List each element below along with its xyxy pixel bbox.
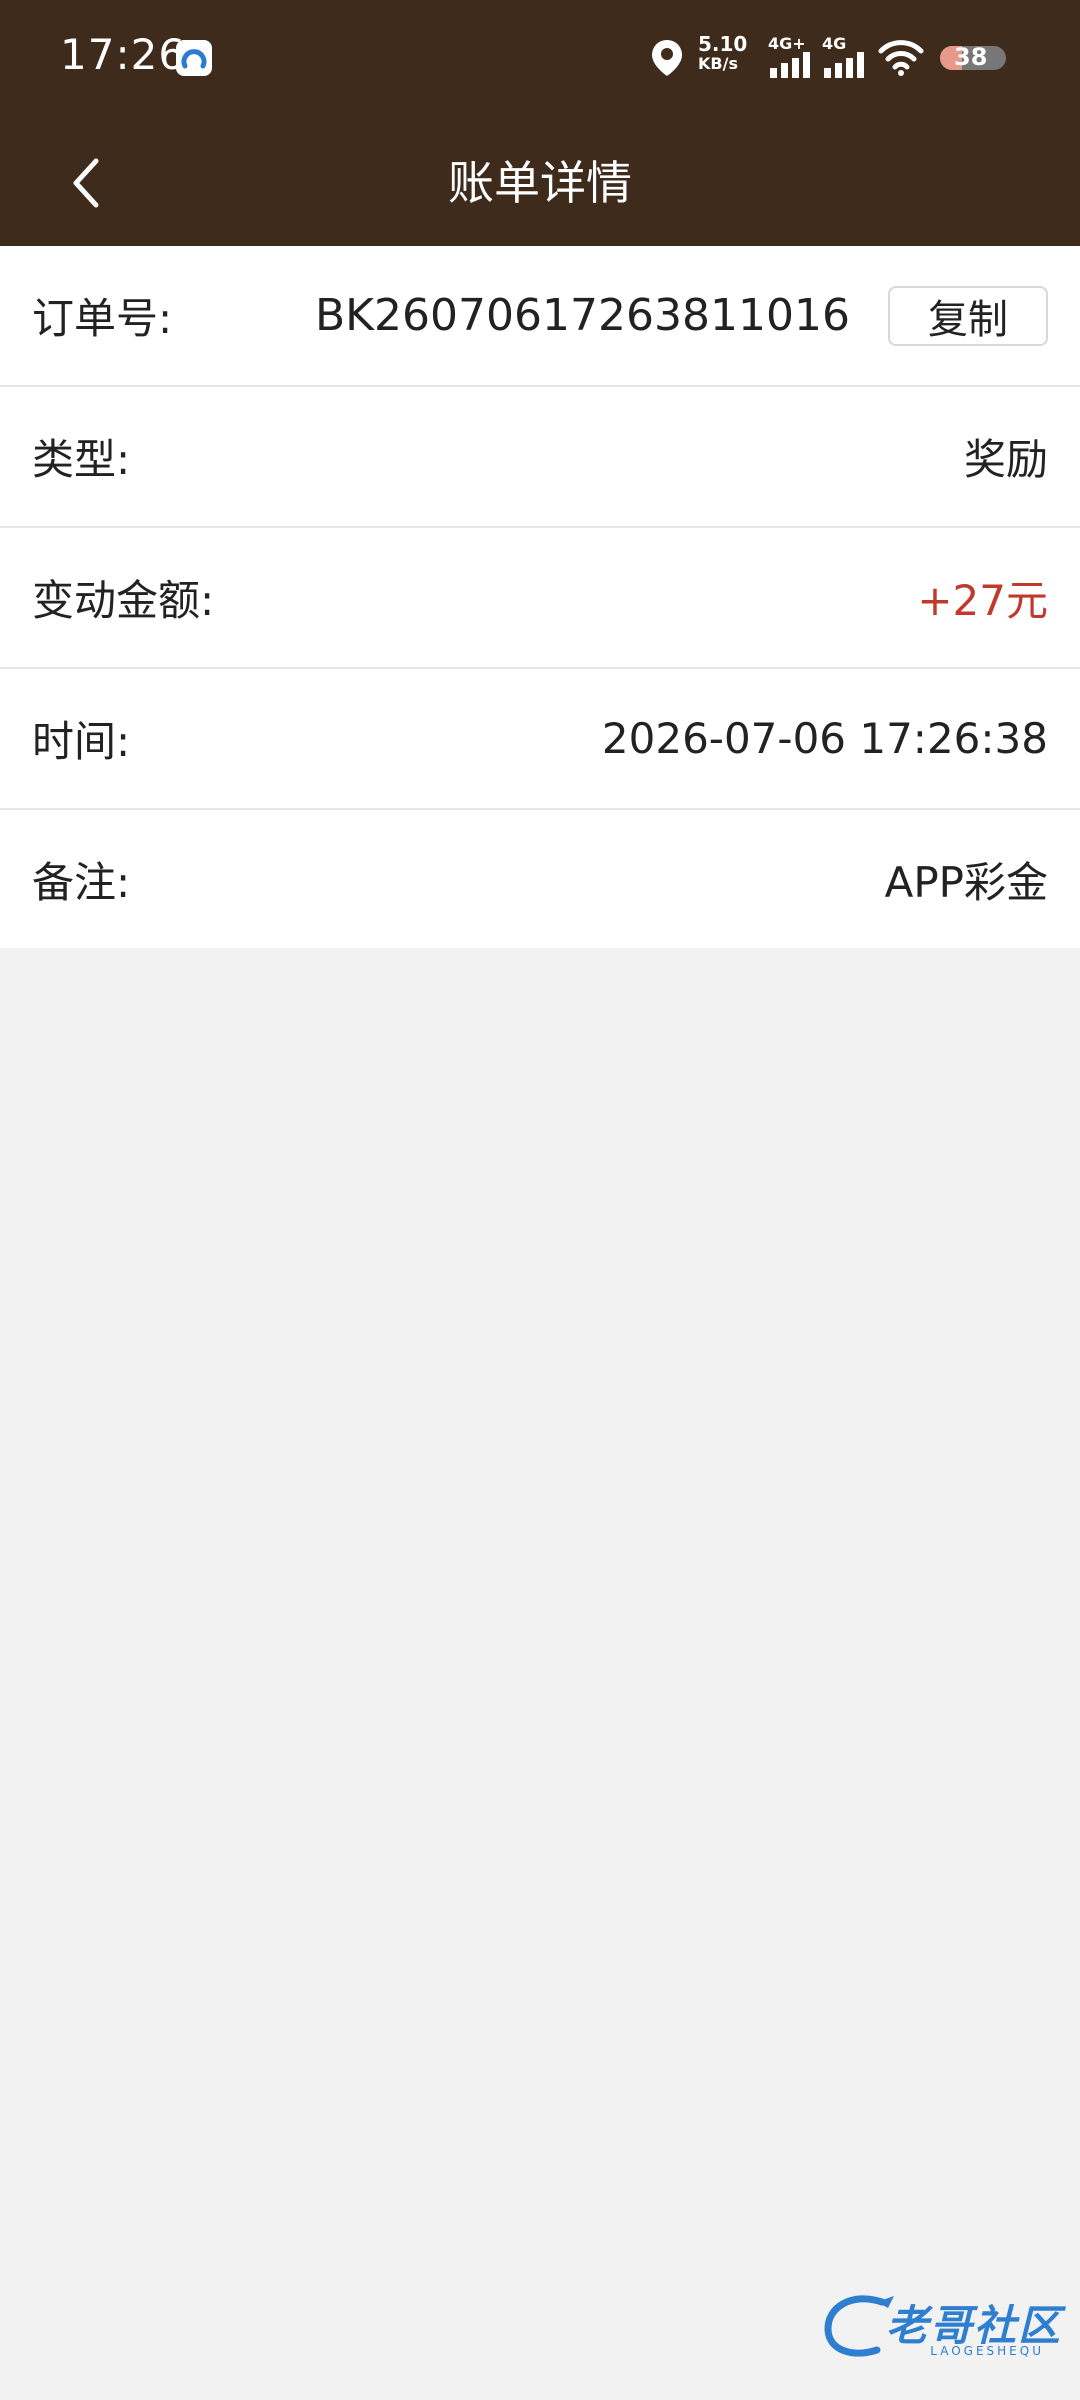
time-value: 2026-07-06 17:26:38	[601, 714, 1048, 763]
note-label: 备注:	[32, 857, 131, 907]
type-label: 类型:	[32, 435, 131, 484]
network-speed-unit: KB/s	[698, 54, 738, 73]
time-row: 时间: 2026-07-06 17:26:38	[0, 669, 1080, 810]
battery-icon: 38	[940, 46, 1006, 70]
location-icon	[652, 40, 682, 76]
time-label: 时间:	[32, 717, 131, 766]
signal-4g-plus-icon: 4G+	[768, 34, 814, 78]
type-value: 奖励	[963, 435, 1048, 484]
signal-4g-icon: 4G	[822, 34, 868, 78]
status-icons: 5.10 KB/s 4G+ 4G 38	[650, 34, 1030, 84]
note-row: 备注: APP彩金	[0, 810, 1080, 948]
status-time: 17:26	[60, 30, 187, 79]
wifi-icon	[878, 40, 924, 76]
type-row: 类型: 奖励	[0, 387, 1080, 528]
note-value: APP彩金	[884, 857, 1048, 907]
network-speed: 5.10 KB/s	[698, 34, 758, 74]
battery-level: 38	[954, 46, 988, 70]
watermark-logo: 老哥社区 LAOGESHEQU	[822, 2286, 1062, 2368]
signal-label-2: 4G	[822, 34, 847, 53]
amount-value: +27元	[917, 576, 1048, 625]
order-number-value: BK26070617263811016	[315, 290, 850, 341]
amount-label: 变动金额:	[32, 576, 215, 625]
nav-bar: 账单详情	[0, 115, 1080, 246]
network-speed-value: 5.10	[698, 32, 748, 56]
order-number-row: 订单号: BK26070617263811016 复制	[0, 246, 1080, 387]
signal-label-1: 4G+	[768, 34, 806, 53]
page-title: 账单详情	[448, 156, 632, 210]
order-number-label: 订单号:	[32, 294, 173, 343]
app-header: 17:26 5.10 KB/s 4G+ 4G 38 账单详情	[0, 0, 1080, 246]
copy-button[interactable]: 复制	[888, 285, 1048, 346]
bill-details: 订单号: BK26070617263811016 复制 类型: 奖励 变动金额:…	[0, 246, 1080, 948]
status-bar: 17:26 5.10 KB/s 4G+ 4G 38	[0, 0, 1080, 115]
watermark-subtext: LAOGESHEQU	[930, 2344, 1044, 2358]
notification-app-icon	[176, 40, 212, 76]
amount-row: 变动金额: +27元	[0, 528, 1080, 669]
